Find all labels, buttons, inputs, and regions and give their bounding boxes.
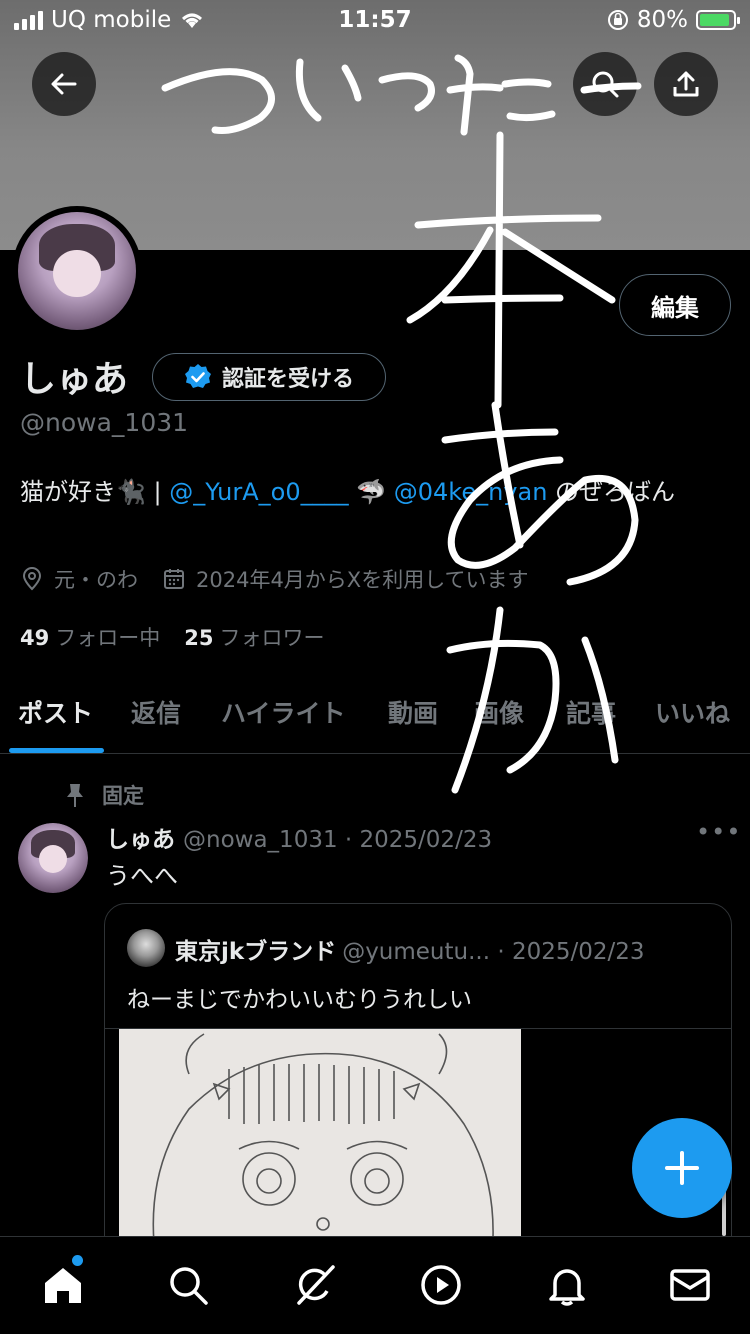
quoted-header: 東京jkブランド @yumeutu... · 2025/02/23 — [175, 932, 645, 966]
explore-icon — [170, 1267, 208, 1305]
follow-stats: 49 フォロー中 25 フォロワー — [20, 622, 324, 652]
followers-link[interactable]: 25 フォロワー — [184, 622, 324, 652]
nav-video[interactable] — [415, 1259, 467, 1311]
search-profile-button[interactable] — [573, 52, 637, 116]
pinned-label: 固定 — [102, 784, 144, 808]
post-text: うへへ — [106, 862, 178, 890]
nav-messages[interactable] — [664, 1259, 716, 1311]
tab-media[interactable]: 画像 — [474, 694, 524, 730]
followers-count: 25 — [184, 626, 214, 650]
nav-notifications[interactable] — [541, 1259, 593, 1311]
edit-profile-button[interactable]: 編集 — [619, 274, 731, 336]
tab-replies[interactable]: 返信 — [131, 694, 181, 730]
profile-avatar[interactable] — [12, 206, 142, 336]
pinned-indicator: 固定 — [64, 780, 144, 810]
status-bar: UQ mobile 11:57 80% — [0, 0, 750, 42]
quoted-post[interactable]: 東京jkブランド @yumeutu... · 2025/02/23 ねーまじでかわ… — [104, 903, 732, 1263]
profile-bio: 猫が好き🐈‍⬛ | @_YurA_o0____ 🦈 @04ke_nyan のぜろ… — [20, 473, 730, 511]
back-arrow-icon — [51, 73, 77, 95]
quoted-handle-date: @yumeutu... · 2025/02/23 — [342, 939, 645, 965]
mail-icon — [670, 1269, 710, 1301]
display-name: しゅあ — [20, 359, 129, 400]
tab-posts[interactable]: ポスト — [18, 694, 93, 730]
share-icon — [673, 71, 699, 97]
quoted-image[interactable] — [119, 1029, 521, 1262]
followers-label: フォロワー — [219, 626, 325, 650]
tab-articles[interactable]: 記事 — [566, 694, 616, 730]
nav-grok[interactable] — [289, 1259, 341, 1311]
search-icon — [592, 71, 619, 98]
following-count: 49 — [20, 626, 50, 650]
location-text: 元・のわ — [54, 568, 138, 592]
bottom-navigation — [0, 1236, 750, 1334]
tab-highlights[interactable]: ハイライト — [221, 694, 346, 730]
quoted-text: ねーまじでかわいいむりうれしい — [127, 987, 472, 1013]
nav-home[interactable] — [37, 1259, 89, 1311]
bell-icon — [549, 1269, 585, 1306]
post-header: しゅあ @nowa_1031 · 2025/02/23 — [106, 820, 492, 854]
bio-mention-link[interactable]: @ — [394, 478, 418, 506]
compose-post-button[interactable] — [632, 1118, 732, 1218]
share-button[interactable] — [654, 52, 718, 116]
orientation-lock-icon — [607, 10, 628, 30]
post-author-avatar[interactable] — [18, 823, 88, 893]
battery-percent: 80% — [636, 7, 688, 33]
profile-handle: @nowa_1031 — [20, 408, 189, 437]
home-icon — [45, 1268, 81, 1303]
following-label: フォロー中 — [55, 626, 161, 650]
back-button[interactable] — [32, 52, 96, 116]
location-icon — [22, 567, 42, 591]
play-icon — [421, 1265, 461, 1305]
profile-meta: 元・のわ 2024年4月からXを利用しています — [20, 564, 529, 594]
verified-badge-icon — [184, 364, 211, 388]
get-verified-button[interactable]: 認証を受ける — [152, 353, 386, 401]
quoted-author-name: 東京jkブランド — [175, 939, 337, 965]
active-tab-indicator — [9, 748, 104, 753]
profile-tabs: ポスト 返信 ハイライト 動画 画像 記事 いいね — [0, 680, 750, 754]
battery-icon — [696, 10, 740, 30]
bio-text: 🦈 — [348, 478, 394, 506]
quoted-author-avatar — [127, 929, 165, 967]
get-verified-label: 認証を受ける — [221, 367, 354, 392]
grok-icon — [297, 1265, 335, 1305]
post-handle-date: @nowa_1031 · 2025/02/23 — [183, 827, 493, 853]
tab-likes[interactable]: いいね — [655, 694, 730, 730]
post-more-button[interactable]: ••• — [696, 818, 741, 846]
plus-icon — [665, 1151, 699, 1185]
following-link[interactable]: 49 フォロー中 — [20, 622, 160, 652]
bio-text: 猫が好き🐈‍⬛ | — [20, 478, 170, 506]
post-author-name[interactable]: しゅあ — [106, 827, 175, 853]
pin-icon — [67, 784, 83, 807]
notification-dot — [72, 1255, 83, 1266]
bio-mention-link[interactable]: @_YurA_o0____ — [169, 478, 348, 506]
bio-text: のぜろばん — [547, 478, 676, 506]
calendar-icon — [164, 569, 184, 589]
tab-videos[interactable]: 動画 — [388, 694, 438, 730]
nav-explore[interactable] — [162, 1259, 214, 1311]
sketch-drawing — [152, 1033, 494, 1262]
bio-mention-link[interactable]: 04ke_nyan — [418, 478, 548, 506]
joined-date: 2024年4月からXを利用しています — [196, 568, 529, 592]
